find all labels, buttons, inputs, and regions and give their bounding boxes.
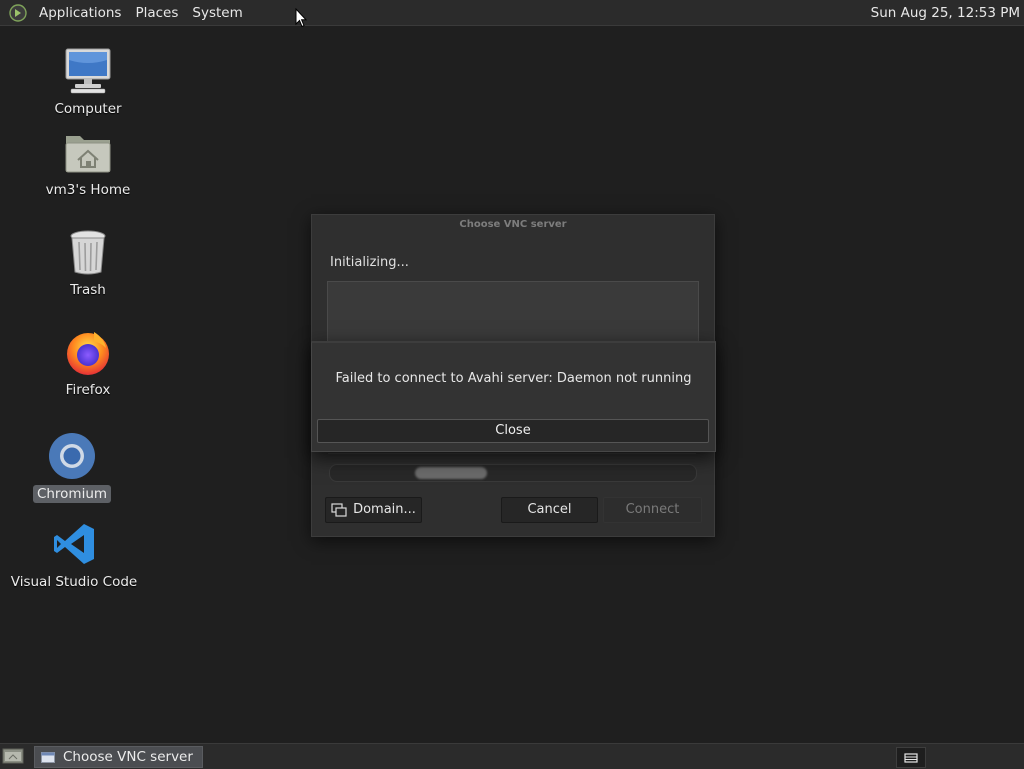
- desktop-icon-chromium[interactable]: Chromium: [2, 430, 142, 503]
- connect-button[interactable]: Connect: [603, 497, 702, 523]
- firefox-icon: [62, 326, 114, 378]
- show-desktop-icon[interactable]: [2, 747, 24, 765]
- domain-button-label: Domain...: [353, 502, 416, 517]
- desktop-icon-vscode[interactable]: Visual Studio Code: [4, 518, 144, 591]
- progress-pulse: [415, 467, 487, 479]
- close-button[interactable]: Close: [317, 419, 709, 443]
- chromium-icon: [46, 430, 98, 482]
- divider: [328, 453, 696, 459]
- desktop-icon-label: Chromium: [32, 485, 112, 503]
- desktop-icon-firefox[interactable]: Firefox: [18, 326, 158, 399]
- desktop-icon-label: Computer: [54, 101, 122, 117]
- menu-applications[interactable]: Applications: [32, 5, 128, 21]
- status-text: Initializing...: [330, 255, 409, 270]
- bottom-panel: Choose VNC server: [0, 743, 1024, 769]
- desktop-icon-label: Trash: [70, 282, 106, 298]
- window-icon: [41, 751, 55, 763]
- workspace-switcher[interactable]: [896, 747, 926, 768]
- menu-places[interactable]: Places: [128, 5, 185, 21]
- desktop-icon-label: Firefox: [65, 382, 111, 398]
- vscode-icon: [48, 518, 100, 570]
- desktop-icon-computer[interactable]: Computer: [18, 45, 158, 118]
- progress-bar: [329, 464, 697, 482]
- top-panel: Applications Places System Sun Aug 25, 1…: [0, 0, 1024, 26]
- domain-button[interactable]: Domain...: [325, 497, 422, 523]
- taskbar-window-button[interactable]: Choose VNC server: [34, 746, 203, 768]
- desktop-icon-trash[interactable]: Trash: [18, 226, 158, 299]
- taskbar-window-label: Choose VNC server: [63, 749, 193, 765]
- windows-icon: [331, 503, 347, 517]
- trash-icon: [62, 226, 114, 278]
- cancel-button[interactable]: Cancel: [501, 497, 598, 523]
- desktop-icon-label: vm3's Home: [45, 182, 131, 198]
- panel-clock[interactable]: Sun Aug 25, 12:53 PM: [871, 5, 1020, 21]
- desktop-icon-label: Visual Studio Code: [10, 574, 138, 590]
- home-folder-icon: [62, 126, 114, 178]
- desktop-icon-home[interactable]: vm3's Home: [18, 126, 158, 199]
- error-dialog: Failed to connect to Avahi server: Daemo…: [311, 341, 716, 452]
- computer-icon: [62, 45, 114, 97]
- dialog-title[interactable]: Choose VNC server: [312, 215, 714, 235]
- menu-system[interactable]: System: [185, 5, 249, 21]
- mate-menu-icon[interactable]: [9, 3, 27, 22]
- error-message: Failed to connect to Avahi server: Daemo…: [335, 371, 692, 386]
- mouse-pointer-icon: [295, 8, 307, 28]
- workspace-icon: [904, 752, 918, 763]
